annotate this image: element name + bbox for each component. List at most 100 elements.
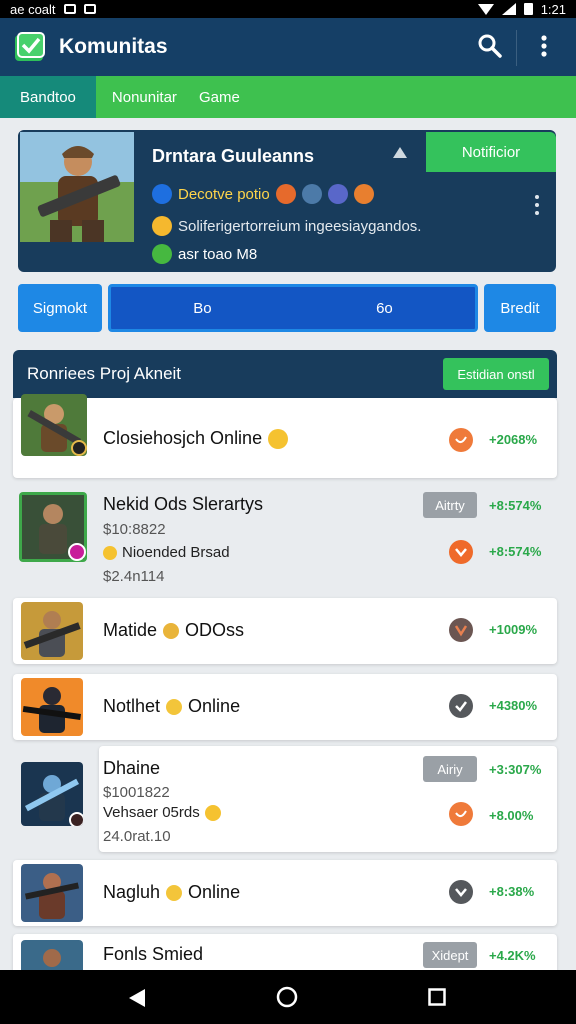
list-item[interactable]: Notlhet Online +4380% — [13, 674, 557, 740]
home-icon[interactable] — [276, 986, 298, 1008]
soldier-thumbnail — [21, 762, 83, 826]
status-badge: Aitrty — [423, 492, 477, 518]
featured-card[interactable]: Drntara Guuleanns Notificior Decotve pot… — [18, 130, 556, 272]
tab-bandtoo[interactable]: Bandtoo — [0, 76, 96, 118]
status-bar: ae coalt 1:21 — [0, 0, 576, 18]
section-action-button[interactable]: Estidian onstl — [443, 358, 549, 390]
featured-line1: Decotve potio — [178, 185, 270, 203]
segment-b[interactable]: 6o — [376, 300, 393, 317]
game-icon — [152, 184, 172, 204]
list-item[interactable]: Matide ODOss +1009% — [13, 598, 557, 664]
list-item-name: Matide ODOss — [103, 620, 245, 640]
list-item-sub: Vehsaer 05rds — [103, 804, 221, 821]
status-badge: Airiy — [423, 756, 477, 782]
tool-icon — [301, 184, 322, 204]
status-icon — [449, 880, 473, 904]
featured-desc-row: Soliferigertorreium ingeesiaygandos. — [152, 216, 421, 236]
change-percent-top: +8:574% — [489, 498, 542, 513]
smile-icon — [268, 428, 289, 449]
list-item-name: Nekid Ods Slerartys — [103, 494, 264, 514]
carrier-label: ae coalt — [10, 1, 56, 17]
battery-icon — [523, 3, 533, 15]
appbar-divider — [516, 30, 517, 66]
soldier-thumbnail — [21, 678, 83, 736]
back-icon[interactable] — [128, 988, 146, 1008]
change-percent: +8.00% — [489, 808, 534, 823]
segment-a[interactable]: Bo — [193, 300, 211, 317]
notification-button[interactable]: Notificior — [426, 132, 556, 172]
gallery-notification-icon — [63, 4, 76, 14]
status-icon — [449, 618, 473, 642]
list-item-value: 24.0rat.10 — [103, 828, 171, 845]
list-item-price: $10:8822 — [103, 521, 166, 538]
list-item-sub: Nioended Brsad — [103, 544, 230, 561]
list-item-price: $1001822 — [103, 784, 170, 801]
change-percent-top: +3:307% — [489, 762, 542, 777]
app-title: Komunitas — [59, 35, 168, 58]
sigmokt-button[interactable]: Sigmokt — [18, 284, 102, 332]
list-item-name: Fonls Smied — [103, 944, 204, 964]
list-item-name: Notlhet Online — [103, 696, 241, 716]
bredit-button[interactable]: Bredit — [484, 284, 556, 332]
list-item[interactable]: Nekid Ods Slerartys $10:8822 Nioended Br… — [13, 488, 557, 588]
more-vert-icon[interactable] — [532, 194, 542, 216]
segment-control[interactable]: Bo 6o — [108, 284, 478, 332]
system-nav-bar — [0, 970, 576, 1024]
soldier-thumbnail — [21, 864, 83, 922]
featured-line3: asr toao M8 — [178, 245, 258, 263]
coin-icon — [163, 622, 180, 639]
tab-game[interactable]: Game — [199, 76, 240, 118]
soldier-thumbnail — [21, 940, 83, 974]
app-logo-icon — [15, 32, 45, 61]
list-item-name: Dhaine — [103, 758, 161, 778]
sword-icon — [275, 184, 296, 204]
tab-nonunitar[interactable]: Nonunitar — [112, 76, 177, 118]
soldier-thumbnail — [19, 492, 87, 562]
status-icon — [449, 428, 473, 452]
more-vert-icon[interactable] — [532, 32, 556, 60]
app-bar: Komunitas — [0, 18, 576, 76]
status-icon — [449, 694, 473, 718]
soldier-thumbnail — [21, 394, 87, 456]
bullet-icon — [166, 698, 183, 715]
change-percent: +1009% — [489, 622, 538, 637]
list-item[interactable]: Closiehosjch Online +2068% — [13, 394, 557, 478]
leaf-icon — [152, 244, 172, 264]
change-percent: +4380% — [489, 698, 538, 713]
featured-title: Drntara Guuleanns — [152, 146, 315, 166]
section-title: Ronriees Proj Akneit — [27, 364, 182, 383]
list-item[interactable]: Nagluh Online +8:38% — [13, 860, 557, 926]
featured-line2: Soliferigertorreium ingeesiaygandos. — [178, 217, 422, 235]
status-icon — [449, 802, 473, 826]
status-icon — [449, 540, 473, 564]
fire-icon — [353, 184, 374, 204]
soldier-thumbnail — [21, 602, 83, 660]
app-notification-icon — [83, 4, 96, 14]
featured-meta-row: asr toao M8 — [152, 244, 257, 264]
status-badge: Xidept — [423, 942, 477, 968]
list-item-content: Dhaine $1001822 Vehsaer 05rds 24.0rat.10… — [13, 746, 557, 852]
list-item[interactable]: Fonls Smied Xidept +4.2K% — [13, 934, 557, 974]
list-item-name: Nagluh Online — [103, 882, 241, 902]
chevron-up-icon[interactable] — [392, 146, 408, 160]
section-header: Ronriees Proj Akneit Estidian onstl — [13, 350, 557, 398]
wifi-icon — [477, 3, 494, 15]
search-icon[interactable] — [476, 32, 504, 60]
recents-icon[interactable] — [428, 988, 446, 1006]
bullet-icon — [166, 884, 183, 901]
featured-soldier-image — [20, 132, 134, 242]
change-percent: +2068% — [489, 432, 538, 447]
clock: 1:21 — [540, 1, 566, 17]
change-percent: +8:574% — [489, 544, 542, 559]
list-item-value: $2.4n114 — [103, 568, 165, 585]
tab-bar: Bandtoo Nonunitar Game — [0, 76, 576, 118]
coin-icon — [103, 545, 117, 560]
smile-icon — [204, 804, 221, 821]
featured-info-row: Decotve potio — [152, 184, 374, 204]
change-percent: +8:38% — [489, 884, 535, 899]
helmet-icon — [327, 184, 348, 204]
change-percent: +4.2K% — [489, 948, 536, 963]
emoji-icon — [152, 216, 172, 236]
signal-icon — [501, 3, 516, 15]
list-item-name: Closiehosjch Online — [103, 428, 289, 449]
